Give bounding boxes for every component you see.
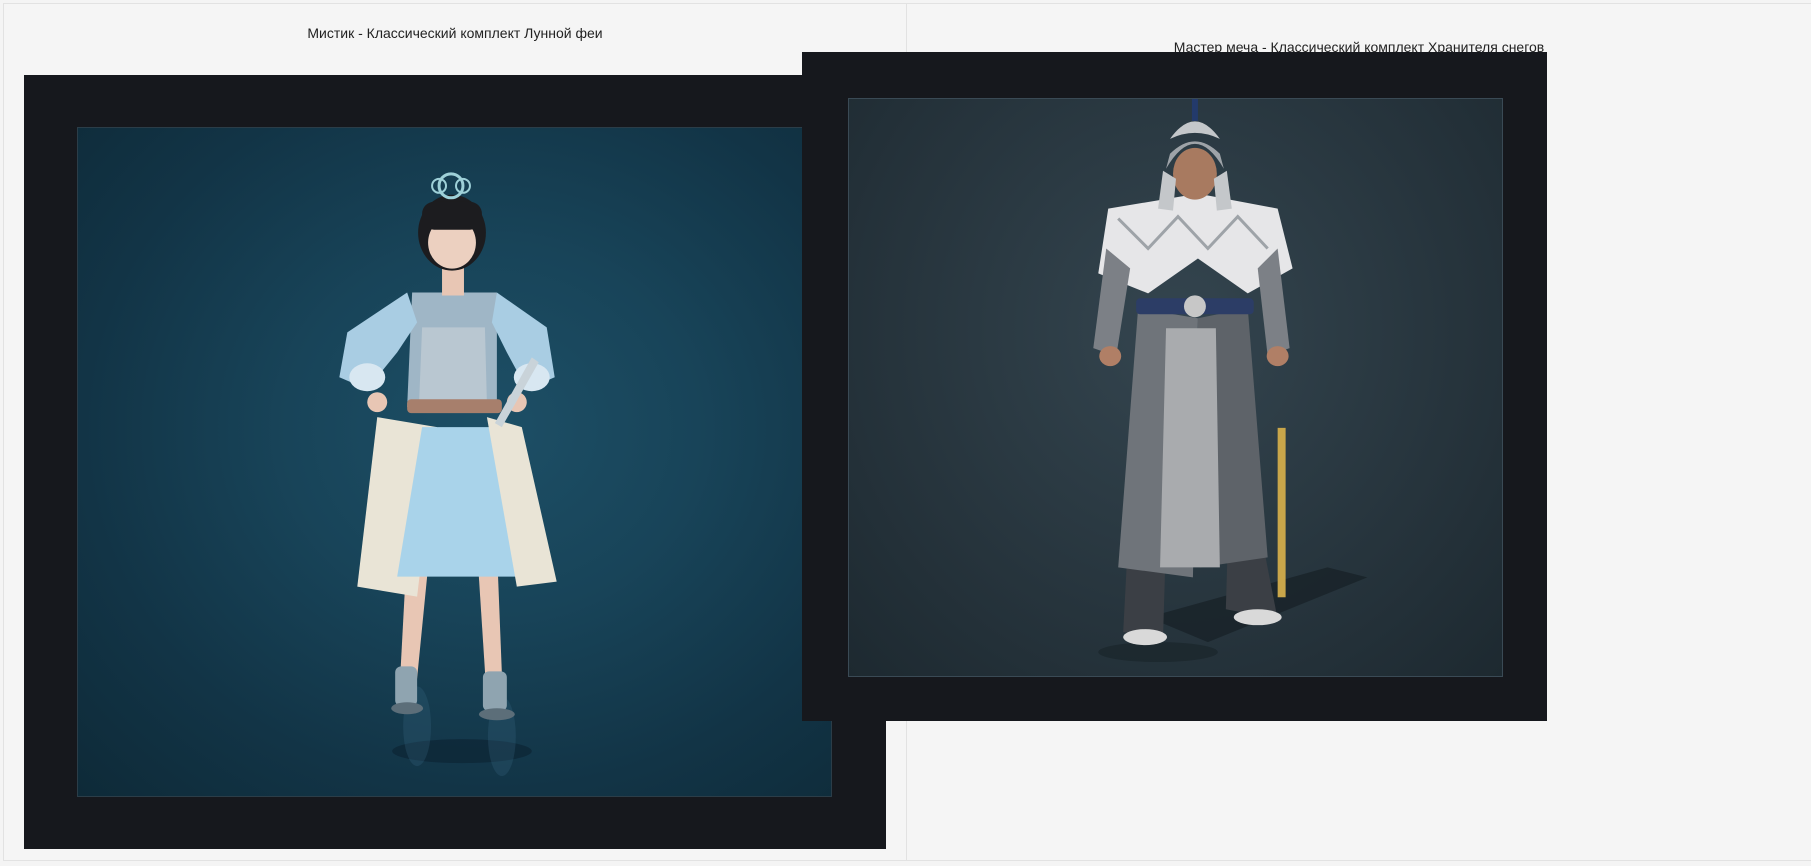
costume-image[interactable] bbox=[848, 98, 1503, 677]
image-frame bbox=[24, 75, 886, 849]
image-caption: Мистик - Классический комплект Лунной фе… bbox=[307, 25, 603, 41]
mystic-character-illustration bbox=[339, 172, 557, 777]
image-frame bbox=[802, 52, 1547, 721]
gallery-cell-mystic: Мистик - Классический комплект Лунной фе… bbox=[3, 4, 906, 860]
costume-image[interactable] bbox=[77, 127, 832, 797]
blademaster-character-illustration bbox=[1093, 99, 1368, 663]
